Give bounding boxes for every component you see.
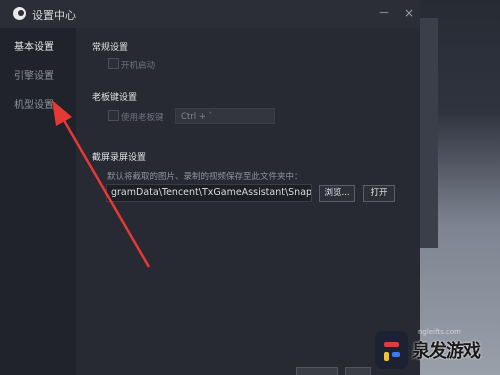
annotation-arrow-shaft: [60, 116, 151, 268]
watermark-logo-icon: [375, 331, 408, 369]
screen: 设置中心 － × 基本设置 引擎设置 机型设置 常规设置 开机启动 老板键设置 …: [0, 0, 500, 375]
annotation-arrow: [52, 100, 151, 268]
watermark-logo-blue-bar: [392, 352, 400, 357]
annotation-arrow-head: [52, 100, 72, 126]
watermark-text: 泉发游戏: [412, 341, 481, 362]
watermark-logo-yellow-bar: [384, 352, 389, 361]
watermark-logo-red-bar: [384, 342, 399, 347]
watermark-subtext: ngleifts.com: [418, 328, 461, 336]
